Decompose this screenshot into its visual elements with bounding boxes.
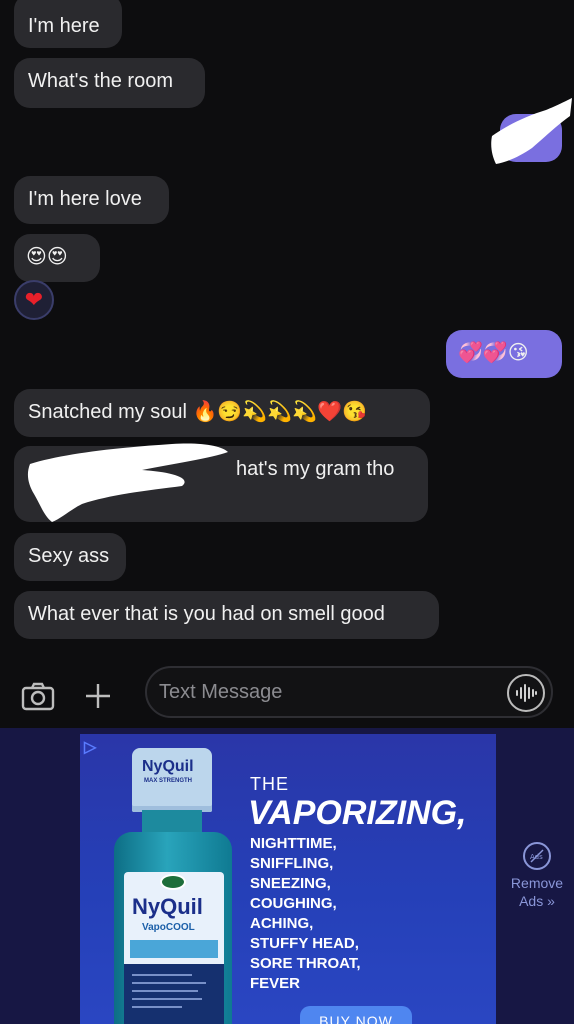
- message-text: Sexy ass: [28, 545, 110, 567]
- bottle-label-variant: VapoCOOL: [142, 922, 195, 933]
- message-bubble[interactable]: 😍😍: [14, 234, 100, 282]
- message-bubble[interactable]: What's the room: [14, 58, 205, 108]
- message-text: What ever that is you had on smell good: [28, 603, 385, 625]
- add-attachment-button[interactable]: [78, 676, 118, 716]
- redaction-scribble: [491, 98, 572, 164]
- emoji-message-text: 💞💞😘: [458, 340, 529, 364]
- symptom-list: NIGHTTIME, SNIFFLING, SNEEZING, COUGHING…: [250, 834, 361, 994]
- conversation-view: I'm here What's the room I'm here love 😍…: [0, 0, 574, 728]
- voice-waveform-icon: [516, 684, 537, 702]
- message-text: hat's my gram tho: [236, 458, 395, 480]
- ad-banner: ▷ NyQuil MAX STRENGTH NyQuil VapoCOOL TH…: [0, 728, 574, 1024]
- ad-headline: VAPORIZING,: [248, 794, 467, 832]
- buy-now-button[interactable]: BUY NOW: [300, 1006, 412, 1024]
- message-composer: Text Message: [0, 662, 574, 728]
- message-text: I'm here: [28, 15, 100, 37]
- camera-icon: [21, 682, 55, 711]
- text-message-input[interactable]: Text Message: [145, 666, 553, 718]
- symptom-item: NIGHTTIME,: [250, 835, 337, 852]
- voice-message-button[interactable]: [507, 674, 545, 712]
- message-text: What's the room: [28, 70, 173, 92]
- no-ads-icon: Ads: [523, 842, 551, 870]
- symptom-item: SNEEZING,: [250, 875, 331, 892]
- plus-icon: [86, 684, 110, 708]
- message-text: I'm here love: [28, 188, 142, 210]
- emoji-message-text: 😍😍: [26, 244, 68, 268]
- message-bubble-outgoing[interactable]: 💞💞😘: [446, 330, 562, 378]
- symptom-item: SNIFFLING,: [250, 855, 334, 872]
- symptom-item: FEVER: [250, 975, 301, 992]
- ad-creative[interactable]: ▷ NyQuil MAX STRENGTH NyQuil VapoCOOL TH…: [80, 734, 496, 1024]
- symptom-item: COUGHING,: [250, 895, 337, 912]
- remove-ads-label: Ads »: [519, 893, 555, 909]
- message-bubble[interactable]: Snatched my soul 🔥😏💫💫💫❤️😘: [14, 389, 430, 437]
- heart-icon: ❤: [24, 287, 44, 313]
- heart-tapback-icon[interactable]: ❤: [14, 280, 54, 320]
- symptom-item: ACHING,: [250, 915, 314, 932]
- redaction-scribble: [27, 443, 229, 522]
- remove-ads-label: Remove: [510, 875, 564, 891]
- symptom-item: SORE THROAT,: [250, 955, 361, 972]
- bottle-label-brand: NyQuil: [132, 894, 203, 919]
- camera-button[interactable]: [18, 676, 58, 716]
- vicks-logo-icon: [160, 874, 186, 890]
- remove-ads-button[interactable]: Ads Remove Ads »: [500, 842, 574, 910]
- message-bubble[interactable]: I'm here love: [14, 176, 169, 224]
- bottle-cap-brand: NyQuil: [142, 758, 194, 775]
- bottle-cap-subtitle: MAX STRENGTH: [144, 778, 192, 784]
- text-message-placeholder: Text Message: [159, 681, 283, 703]
- message-text: Snatched my soul 🔥😏💫💫💫❤️😘: [28, 401, 367, 423]
- symptom-item: STUFFY HEAD,: [250, 935, 359, 952]
- message-bubble[interactable]: Sexy ass: [14, 533, 126, 581]
- adchoices-icon[interactable]: ▷: [84, 738, 106, 758]
- ad-eyebrow: THE: [250, 774, 289, 794]
- message-bubble[interactable]: What ever that is you had on smell good: [14, 591, 439, 639]
- message-bubble[interactable]: I'm here: [14, 0, 122, 48]
